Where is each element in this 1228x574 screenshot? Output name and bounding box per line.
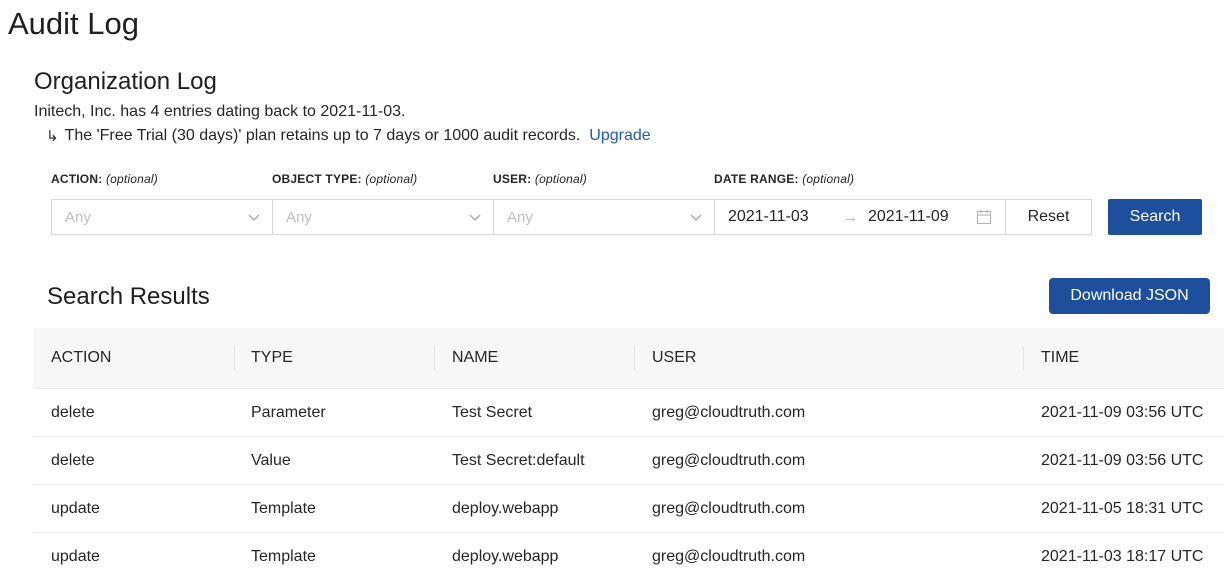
object-type-select-placeholder: Any — [286, 208, 312, 226]
column-header-user[interactable]: USER — [652, 349, 696, 367]
user-select-placeholder: Any — [507, 208, 533, 226]
action-select-placeholder: Any — [65, 208, 91, 226]
cell-action: delete — [51, 452, 95, 469]
date-range-picker[interactable]: 2021-11-03 → 2021-11-09 — [714, 199, 1006, 235]
user-select[interactable]: Any — [493, 199, 715, 235]
date-range-filter-label: DATE RANGE: (optional) — [714, 172, 855, 186]
results-title: Search Results — [47, 283, 210, 310]
table-row[interactable]: update Template deploy.webapp greg@cloud… — [34, 485, 1224, 533]
cell-user: greg@cloudtruth.com — [652, 500, 806, 517]
section-title: Organization Log — [34, 68, 217, 95]
table-row[interactable]: delete Parameter Test Secret greg@cloudt… — [34, 389, 1224, 437]
cell-action: delete — [51, 404, 95, 421]
object-type-select[interactable]: Any — [272, 199, 494, 235]
cell-type: Template — [251, 500, 316, 517]
column-header-action[interactable]: ACTION — [51, 349, 111, 367]
results-table: ACTION TYPE NAME USER TIME delete Parame… — [34, 328, 1224, 574]
date-range-start[interactable]: 2021-11-03 — [728, 208, 809, 226]
search-button[interactable]: Search — [1108, 199, 1202, 235]
object-type-filter-label: OBJECT TYPE: (optional) — [272, 172, 418, 186]
chevron-down-icon — [469, 214, 481, 221]
reset-button[interactable]: Reset — [1005, 199, 1092, 235]
cell-action: update — [51, 548, 100, 565]
column-header-type[interactable]: TYPE — [251, 349, 293, 367]
action-filter-label: ACTION: (optional) — [51, 172, 158, 186]
retention-text: The 'Free Trial (30 days)' plan retains … — [64, 127, 581, 144]
retention-note: ↳ The 'Free Trial (30 days)' plan retain… — [46, 127, 651, 145]
action-select[interactable]: Any — [51, 199, 273, 235]
table-row[interactable]: update Template deploy.webapp greg@cloud… — [34, 533, 1224, 574]
cell-type: Parameter — [251, 404, 326, 421]
table-header: ACTION TYPE NAME USER TIME — [34, 328, 1224, 389]
date-range-end[interactable]: 2021-11-09 — [868, 208, 949, 226]
upgrade-link[interactable]: Upgrade — [589, 127, 650, 145]
cell-user: greg@cloudtruth.com — [652, 452, 806, 469]
column-divider — [634, 346, 635, 370]
org-summary: Initech, Inc. has 4 entries dating back … — [34, 103, 406, 120]
cell-time: 2021-11-09 03:56 UTC — [1041, 404, 1204, 421]
cell-name: deploy.webapp — [452, 500, 559, 517]
column-header-name[interactable]: NAME — [452, 349, 498, 367]
return-arrow-icon: ↳ — [46, 128, 59, 145]
date-range-separator: → — [843, 209, 858, 226]
cell-type: Value — [251, 452, 291, 469]
cell-user: greg@cloudtruth.com — [652, 548, 806, 565]
column-divider — [434, 346, 435, 370]
cell-type: Template — [251, 548, 316, 565]
column-header-time[interactable]: TIME — [1041, 349, 1079, 367]
download-json-button[interactable]: Download JSON — [1049, 278, 1210, 314]
cell-time: 2021-11-03 18:17 UTC — [1041, 548, 1204, 565]
chevron-down-icon — [690, 214, 702, 221]
chevron-down-icon — [248, 214, 260, 221]
cell-user: greg@cloudtruth.com — [652, 404, 806, 421]
calendar-icon — [976, 210, 992, 225]
column-divider — [1023, 346, 1024, 370]
table-row[interactable]: delete Value Test Secret:default greg@cl… — [34, 437, 1224, 485]
cell-name: deploy.webapp — [452, 548, 559, 565]
cell-name: Test Secret — [452, 404, 533, 421]
cell-action: update — [51, 500, 100, 517]
column-divider — [234, 346, 235, 370]
page-title: Audit Log — [8, 6, 139, 41]
cell-name: Test Secret:default — [452, 452, 585, 469]
user-filter-label: USER: (optional) — [493, 172, 587, 186]
cell-time: 2021-11-05 18:31 UTC — [1041, 500, 1204, 517]
cell-time: 2021-11-09 03:56 UTC — [1041, 452, 1204, 469]
